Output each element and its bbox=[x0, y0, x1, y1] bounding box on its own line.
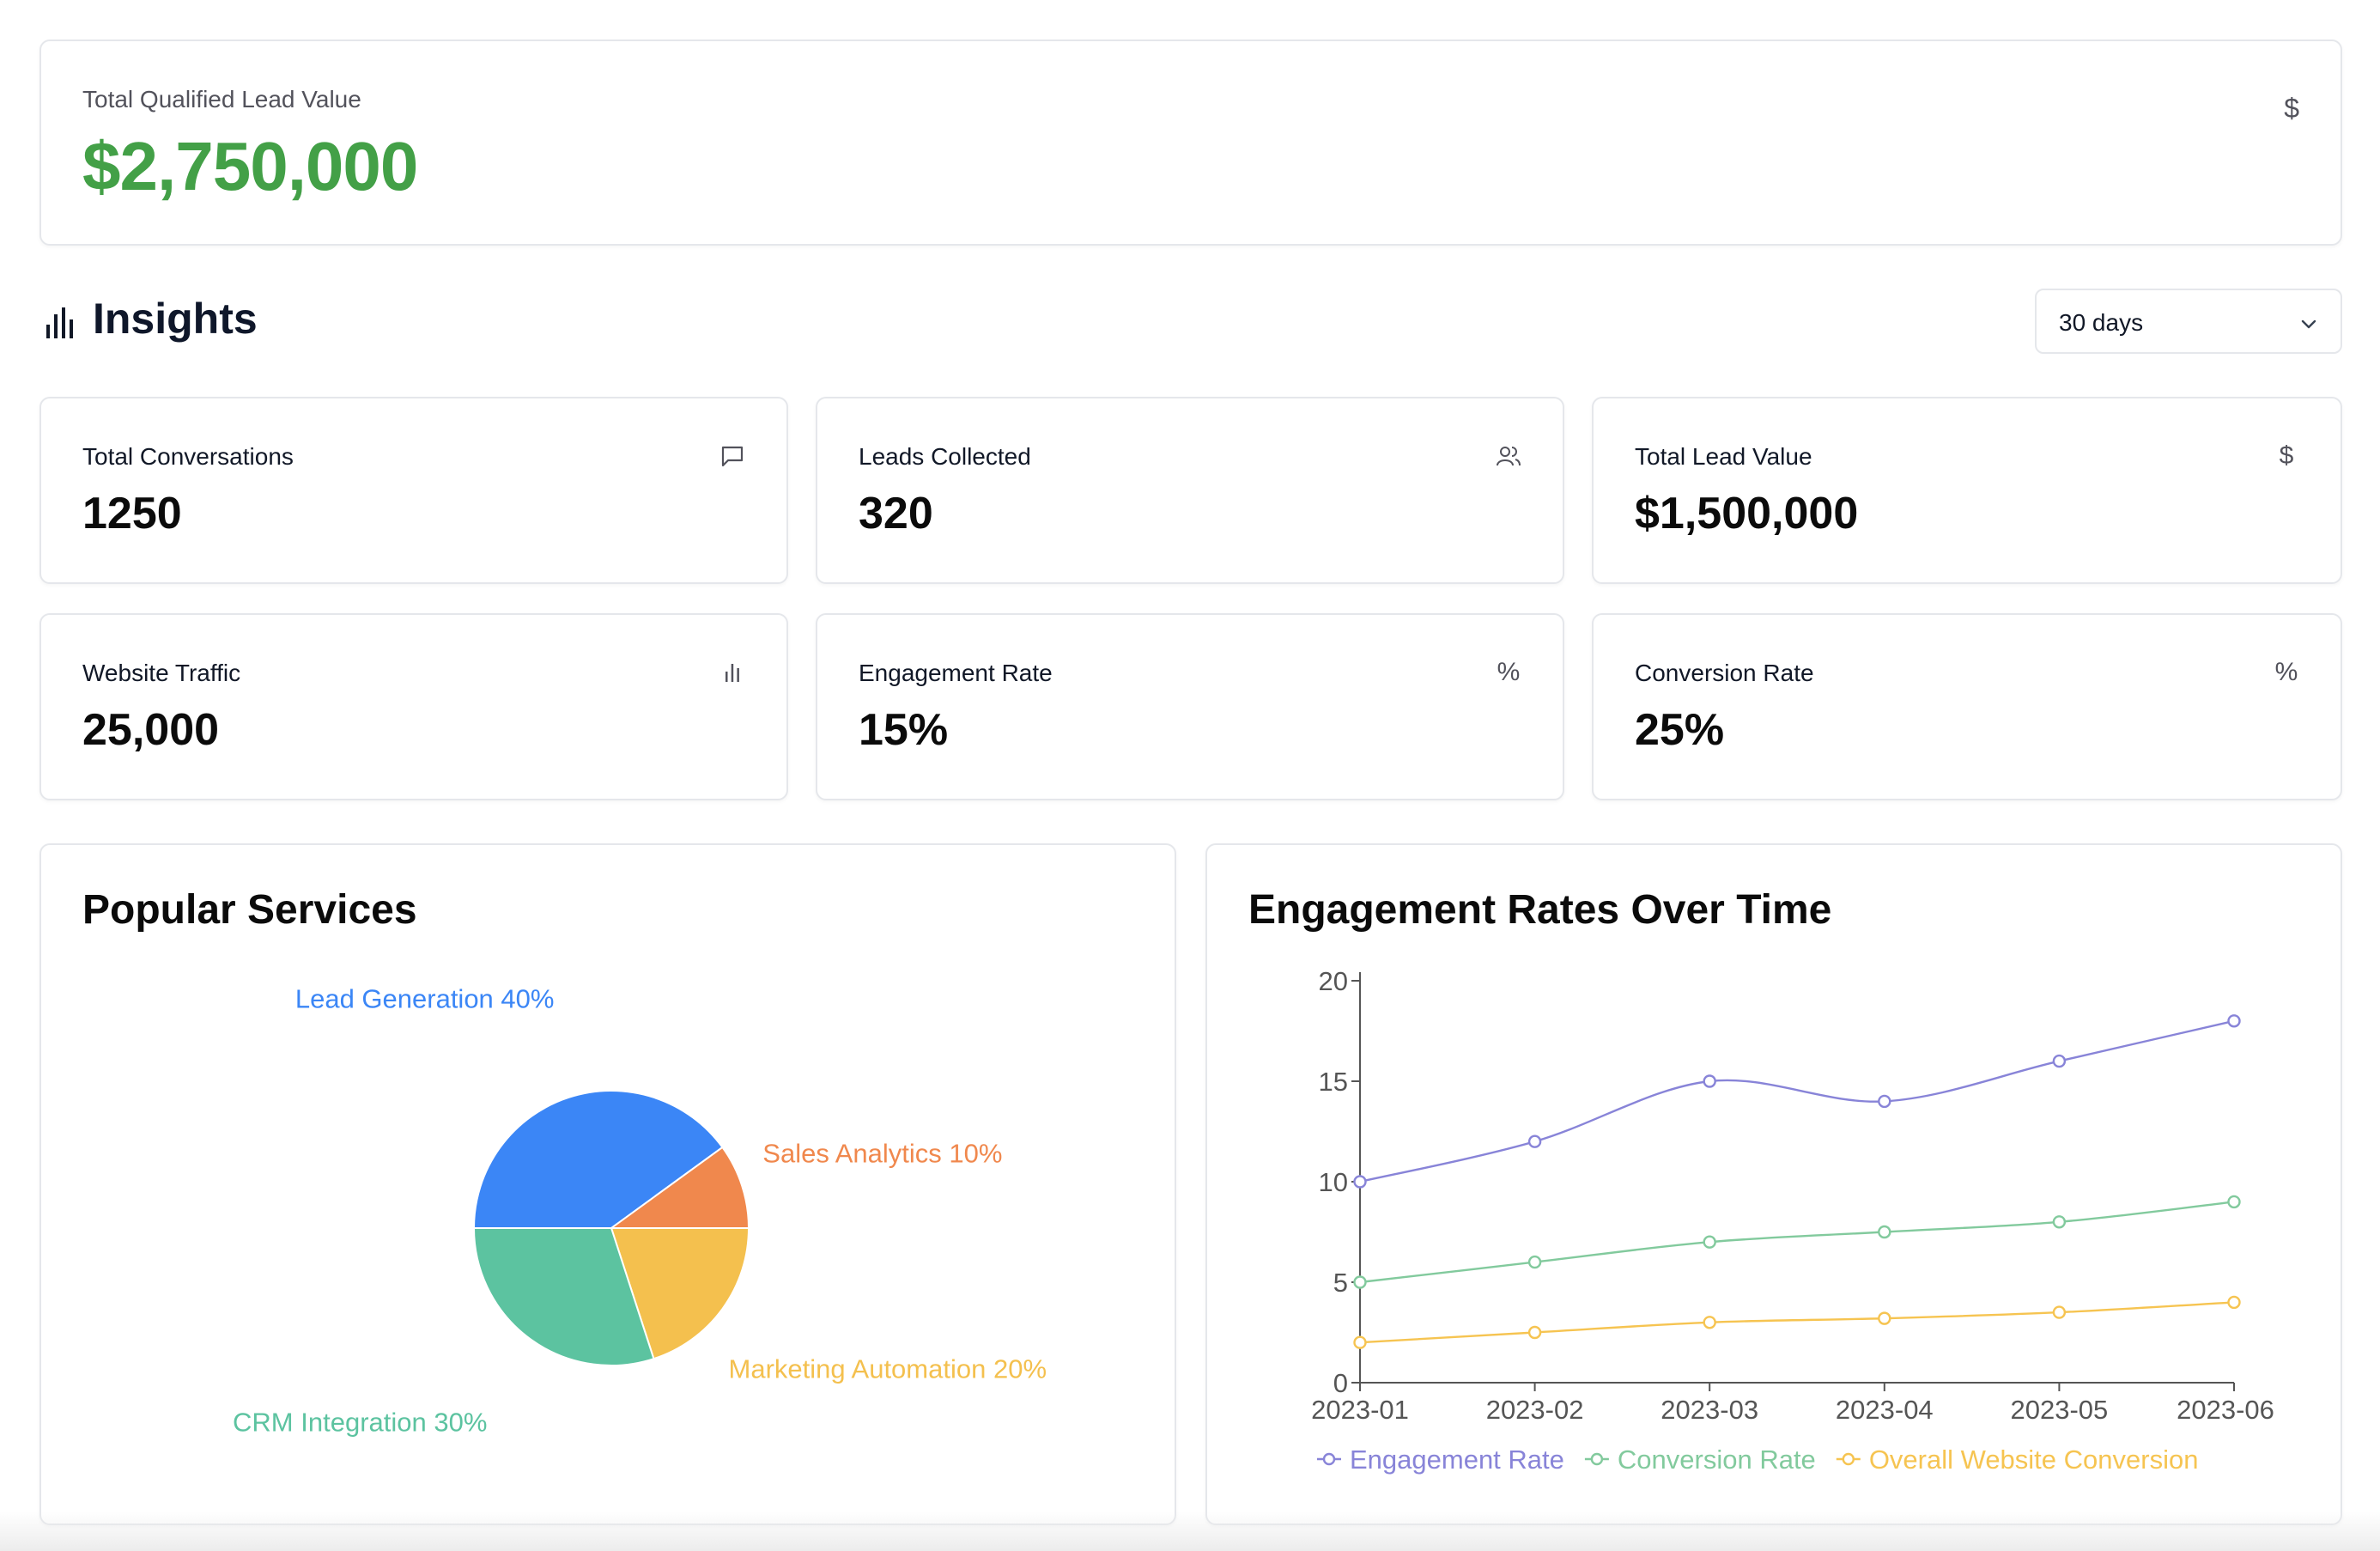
stat-value: 320 bbox=[859, 489, 933, 538]
data-point[interactable] bbox=[1353, 1335, 1367, 1349]
engagement-rates-card: Engagement Rates Over Time 0 5 10 15 20 2023-… bbox=[1205, 843, 2342, 1525]
legend-item[interactable]: Conversion Rate bbox=[1584, 1445, 1816, 1475]
stat-card-leads-collected: Leads Collected 320 bbox=[816, 397, 1564, 584]
stat-card-engagement-rate: Engagement Rate 15% % bbox=[816, 613, 1564, 800]
dollar-icon: $ bbox=[2284, 93, 2299, 124]
hero-value: $2,750,000 bbox=[82, 128, 418, 204]
stat-label: Engagement Rate bbox=[859, 660, 1053, 686]
stat-card-total-lead-value: Total Lead Value $1,500,000 $ bbox=[1592, 397, 2342, 584]
legend-item[interactable]: Engagement Rate bbox=[1317, 1445, 1564, 1475]
stat-label: Total Conversations bbox=[82, 443, 294, 470]
x-tick-label: 2023-05 bbox=[2011, 1395, 2109, 1425]
stat-label: Total Lead Value bbox=[1635, 443, 1812, 470]
data-point[interactable] bbox=[1527, 1134, 1542, 1148]
data-point[interactable] bbox=[1878, 1311, 1891, 1325]
y-tick-label: 15 bbox=[1319, 1067, 1348, 1097]
insights-heading: Insights bbox=[93, 295, 258, 343]
data-point[interactable] bbox=[1527, 1255, 1542, 1269]
series-line-engagement-rate bbox=[1359, 1019, 2235, 1183]
bar-chart-icon bbox=[46, 307, 73, 338]
x-tick-label: 2023-06 bbox=[2177, 1395, 2274, 1425]
stat-value: 25% bbox=[1635, 705, 1725, 755]
stat-label: Website Traffic bbox=[82, 660, 241, 686]
data-point[interactable] bbox=[2227, 1195, 2241, 1209]
legend-label: Engagement Rate bbox=[1350, 1445, 1564, 1475]
stat-value: 1250 bbox=[82, 489, 182, 538]
x-tick-label: 2023-04 bbox=[1836, 1395, 1934, 1425]
data-point[interactable] bbox=[2052, 1054, 2067, 1068]
engagement-line-chart: 0 5 10 15 20 2023-01 2023-02 2023-03 2023-04 2023… bbox=[1311, 966, 2274, 1475]
page-bottom-edge bbox=[0, 1511, 2380, 1551]
x-tick-label: 2023-03 bbox=[1661, 1395, 1758, 1425]
users-icon bbox=[1497, 447, 1521, 466]
stat-card-website-traffic: Website Traffic 25,000 bbox=[39, 613, 788, 800]
x-tick-label: 2023-01 bbox=[1311, 1395, 1409, 1425]
pie-label: Sales Analytics 10% bbox=[762, 1138, 1002, 1168]
y-tick-label: 20 bbox=[1319, 966, 1348, 996]
data-point[interactable] bbox=[1703, 1235, 1716, 1249]
pie-label: Lead Generation 40% bbox=[295, 984, 555, 1014]
x-tick-label: 2023-02 bbox=[1486, 1395, 1584, 1425]
data-point[interactable] bbox=[2227, 1295, 2241, 1310]
legend-marker-icon bbox=[1322, 1452, 1336, 1466]
date-range-select[interactable]: 30 days bbox=[2035, 289, 2342, 354]
data-point[interactable] bbox=[2052, 1305, 2067, 1319]
y-tick-label: 0 bbox=[1333, 1368, 1348, 1398]
stat-label: Conversion Rate bbox=[1635, 660, 1814, 686]
data-point[interactable] bbox=[1527, 1325, 1542, 1340]
data-point[interactable] bbox=[1878, 1094, 1891, 1109]
stat-card-conversion-rate: Conversion Rate 25% % bbox=[1592, 613, 2342, 800]
data-point[interactable] bbox=[2227, 1014, 2241, 1028]
legend-item[interactable]: Overall Website Conversion bbox=[1836, 1445, 2199, 1475]
pie-label: Marketing Automation 20% bbox=[729, 1354, 1047, 1384]
message-icon bbox=[721, 446, 744, 467]
legend-marker-icon bbox=[1842, 1452, 1855, 1466]
dollar-icon: $ bbox=[2279, 441, 2294, 470]
stat-value: $1,500,000 bbox=[1635, 489, 1859, 538]
data-point[interactable] bbox=[1353, 1175, 1367, 1189]
bar-chart-icon bbox=[726, 664, 739, 682]
data-point[interactable] bbox=[1703, 1074, 1716, 1088]
percent-icon: % bbox=[2274, 658, 2298, 686]
y-tick-label: 10 bbox=[1319, 1167, 1348, 1197]
series-line-overall-website-conversion bbox=[1359, 1301, 2235, 1344]
popular-services-pie-chart: Lead Generation 40% Sales Analytics 10% Ma… bbox=[233, 984, 1047, 1438]
chevron-down-icon bbox=[2301, 319, 2316, 329]
pie-label: CRM Integration 30% bbox=[233, 1408, 487, 1438]
stat-label: Leads Collected bbox=[859, 443, 1031, 470]
stat-value: 15% bbox=[859, 705, 949, 755]
hero-label: Total Qualified Lead Value bbox=[82, 86, 361, 113]
y-tick-label: 5 bbox=[1333, 1268, 1348, 1298]
total-qualified-lead-value-card: Total Qualified Lead Value $2,750,000 $ bbox=[39, 40, 2342, 246]
data-point[interactable] bbox=[1703, 1316, 1716, 1329]
data-point[interactable] bbox=[1353, 1275, 1367, 1289]
data-point[interactable] bbox=[1878, 1225, 1891, 1239]
data-point[interactable] bbox=[2052, 1215, 2067, 1229]
popular-services-card: Popular Services Lead Generation 40% Sale… bbox=[39, 843, 1176, 1525]
series-line-conversion-rate bbox=[1359, 1201, 2235, 1284]
stat-card-total-conversations: Total Conversations 1250 bbox=[39, 397, 788, 584]
legend-marker-icon bbox=[1590, 1452, 1604, 1466]
legend-label: Overall Website Conversion bbox=[1869, 1445, 2199, 1475]
stat-value: 25,000 bbox=[82, 705, 220, 755]
legend-label: Conversion Rate bbox=[1618, 1445, 1816, 1475]
date-range-value: 30 days bbox=[2059, 309, 2144, 336]
percent-icon: % bbox=[1497, 658, 1521, 686]
